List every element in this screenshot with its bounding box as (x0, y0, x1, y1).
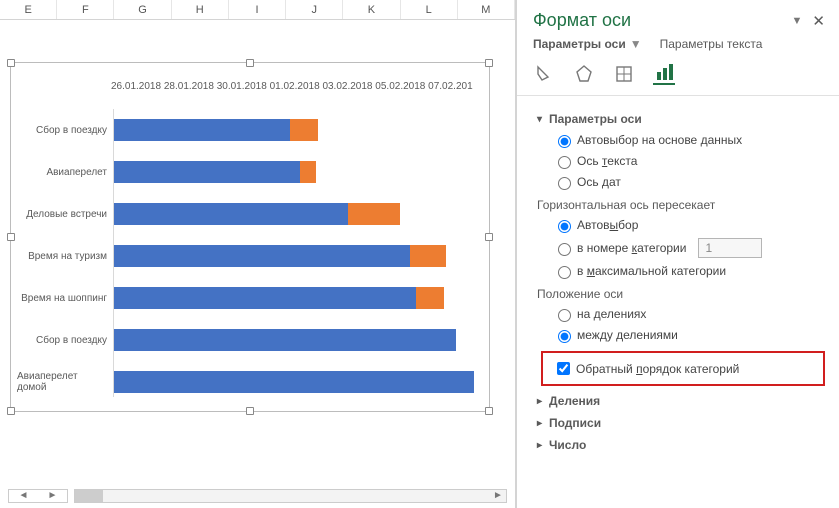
category-label: Авиаперелет домой (17, 361, 111, 403)
resize-handle[interactable] (246, 59, 254, 67)
bar-segment-series2[interactable] (416, 287, 444, 309)
category-label: Сбор в поездку (17, 319, 111, 361)
radio-position-between-ticks[interactable]: между делениями (553, 327, 829, 343)
tab-scroll-prev-icon[interactable]: ◄ (9, 490, 38, 502)
bar-segment-series1[interactable] (114, 245, 410, 267)
category-label: Время на туризм (17, 235, 111, 277)
pane-title: Формат оси (533, 10, 631, 31)
chart-bar-row[interactable] (114, 235, 481, 277)
col-header[interactable]: K (343, 0, 400, 19)
sheet-tab-scroll[interactable]: ◄ ► (8, 489, 68, 503)
resize-handle[interactable] (485, 233, 493, 241)
radio-axis-type-text[interactable]: Ось текста (553, 153, 829, 169)
scroll-right-icon[interactable]: ► (491, 490, 505, 502)
bar-segment-series2[interactable] (410, 245, 446, 267)
col-header[interactable]: M (458, 0, 515, 19)
bar-segment-series1[interactable] (114, 161, 300, 183)
bar-segment-series1[interactable] (114, 329, 456, 351)
radio-crosses-max[interactable]: в максимальной категории (553, 263, 829, 279)
bar-segment-series1[interactable] (114, 287, 416, 309)
chart-date-axis[interactable]: 26.01.2018 28.01.2018 30.01.2018 01.02.2… (111, 81, 481, 92)
effects-icon[interactable] (573, 63, 595, 85)
dropdown-icon[interactable]: ▼ (630, 37, 642, 51)
chart-bar-row[interactable] (114, 109, 481, 151)
resize-handle[interactable] (485, 59, 493, 67)
resize-handle[interactable] (246, 407, 254, 415)
radio-crosses-auto[interactable]: Автовыбор (553, 217, 829, 233)
section-ticks[interactable]: ▸ Деления (537, 394, 829, 408)
checkbox-reverse-order[interactable]: Обратный порядок категорий (553, 359, 813, 378)
chevron-right-icon: ▸ (537, 418, 549, 429)
chart-bar-row[interactable] (114, 319, 481, 361)
chart-bar-row[interactable] (114, 361, 481, 403)
size-properties-icon[interactable] (613, 63, 635, 85)
axis-tick: 07.02.201 (428, 81, 481, 92)
scrollbar-track[interactable]: ◄ ► (74, 489, 507, 503)
chevron-right-icon: ▸ (537, 440, 549, 451)
tab-text-options[interactable]: Параметры текста (660, 37, 763, 51)
category-label: Сбор в поездку (17, 109, 111, 151)
column-headers: E F G H I J K L M (0, 0, 515, 20)
section-labels[interactable]: ▸ Подписи (537, 416, 829, 430)
section-number[interactable]: ▸ Число (537, 438, 829, 452)
resize-handle[interactable] (485, 407, 493, 415)
chart-bar-row[interactable] (114, 277, 481, 319)
highlighted-option: Обратный порядок категорий (541, 351, 825, 386)
radio-position-on-ticks[interactable]: на делениях (553, 306, 829, 322)
bar-segment-series2[interactable] (300, 161, 316, 183)
col-header[interactable]: L (401, 0, 458, 19)
resize-handle[interactable] (7, 233, 15, 241)
col-header[interactable]: G (114, 0, 171, 19)
bar-segment-series2[interactable] (290, 119, 318, 141)
bar-segment-series2[interactable] (348, 203, 400, 225)
chart-object[interactable]: 26.01.2018 28.01.2018 30.01.2018 01.02.2… (10, 62, 490, 412)
tab-scroll-next-icon[interactable]: ► (38, 490, 67, 502)
col-header[interactable]: E (0, 0, 57, 19)
horizontal-scrollbar[interactable]: ◄ ► ◄ ► (8, 488, 507, 504)
category-label: Авиаперелет (17, 151, 111, 193)
axis-tick: 01.02.2018 (270, 81, 323, 92)
chevron-right-icon: ▸ (537, 396, 549, 407)
pane-options-dropdown-icon[interactable]: ▼ (792, 15, 803, 27)
chart-category-axis[interactable]: Сбор в поездку Авиаперелет Деловые встре… (17, 109, 111, 397)
chart-bar-row[interactable] (114, 193, 481, 235)
bar-segment-series1[interactable] (114, 119, 290, 141)
category-label: Время на шоппинг (17, 277, 111, 319)
resize-handle[interactable] (7, 407, 15, 415)
bar-segment-series1[interactable] (114, 203, 348, 225)
axis-position-label: Положение оси (537, 287, 829, 301)
crosses-category-input[interactable] (698, 238, 762, 258)
col-header[interactable]: H (172, 0, 229, 19)
radio-axis-type-auto[interactable]: Автовыбор на основе данных (553, 132, 829, 148)
axis-tick: 30.01.2018 (217, 81, 270, 92)
axis-tick: 28.01.2018 (164, 81, 217, 92)
radio-crosses-category[interactable]: в номере категории (553, 238, 829, 258)
format-axis-pane: Формат оси ▼ ✕ Параметры оси ▼ Параметры… (517, 0, 839, 508)
axis-tick: 05.02.2018 (375, 81, 428, 92)
category-label: Деловые встречи (17, 193, 111, 235)
crosses-at-label: Горизонтальная ось пересекает (537, 198, 829, 212)
bar-segment-series1[interactable] (114, 371, 474, 393)
chart-bar-row[interactable] (114, 151, 481, 193)
chart-plot-area[interactable] (113, 109, 481, 397)
axis-tick: 26.01.2018 (111, 81, 164, 92)
resize-handle[interactable] (7, 59, 15, 67)
col-header[interactable]: F (57, 0, 114, 19)
axis-tick: 03.02.2018 (322, 81, 375, 92)
chevron-down-icon: ▾ (537, 114, 549, 125)
tab-axis-options[interactable]: Параметры оси (533, 37, 626, 51)
close-icon[interactable]: ✕ (812, 12, 825, 30)
spreadsheet-area[interactable]: E F G H I J K L M 26.01.2018 28.01.2018 … (0, 0, 515, 508)
radio-axis-type-date[interactable]: Ось дат (553, 174, 829, 190)
scrollbar-thumb[interactable] (75, 490, 103, 502)
col-header[interactable]: I (229, 0, 286, 19)
section-axis-options[interactable]: ▾ Параметры оси (537, 112, 829, 126)
fill-line-icon[interactable] (533, 63, 555, 85)
axis-options-icon[interactable] (653, 63, 675, 85)
col-header[interactable]: J (286, 0, 343, 19)
